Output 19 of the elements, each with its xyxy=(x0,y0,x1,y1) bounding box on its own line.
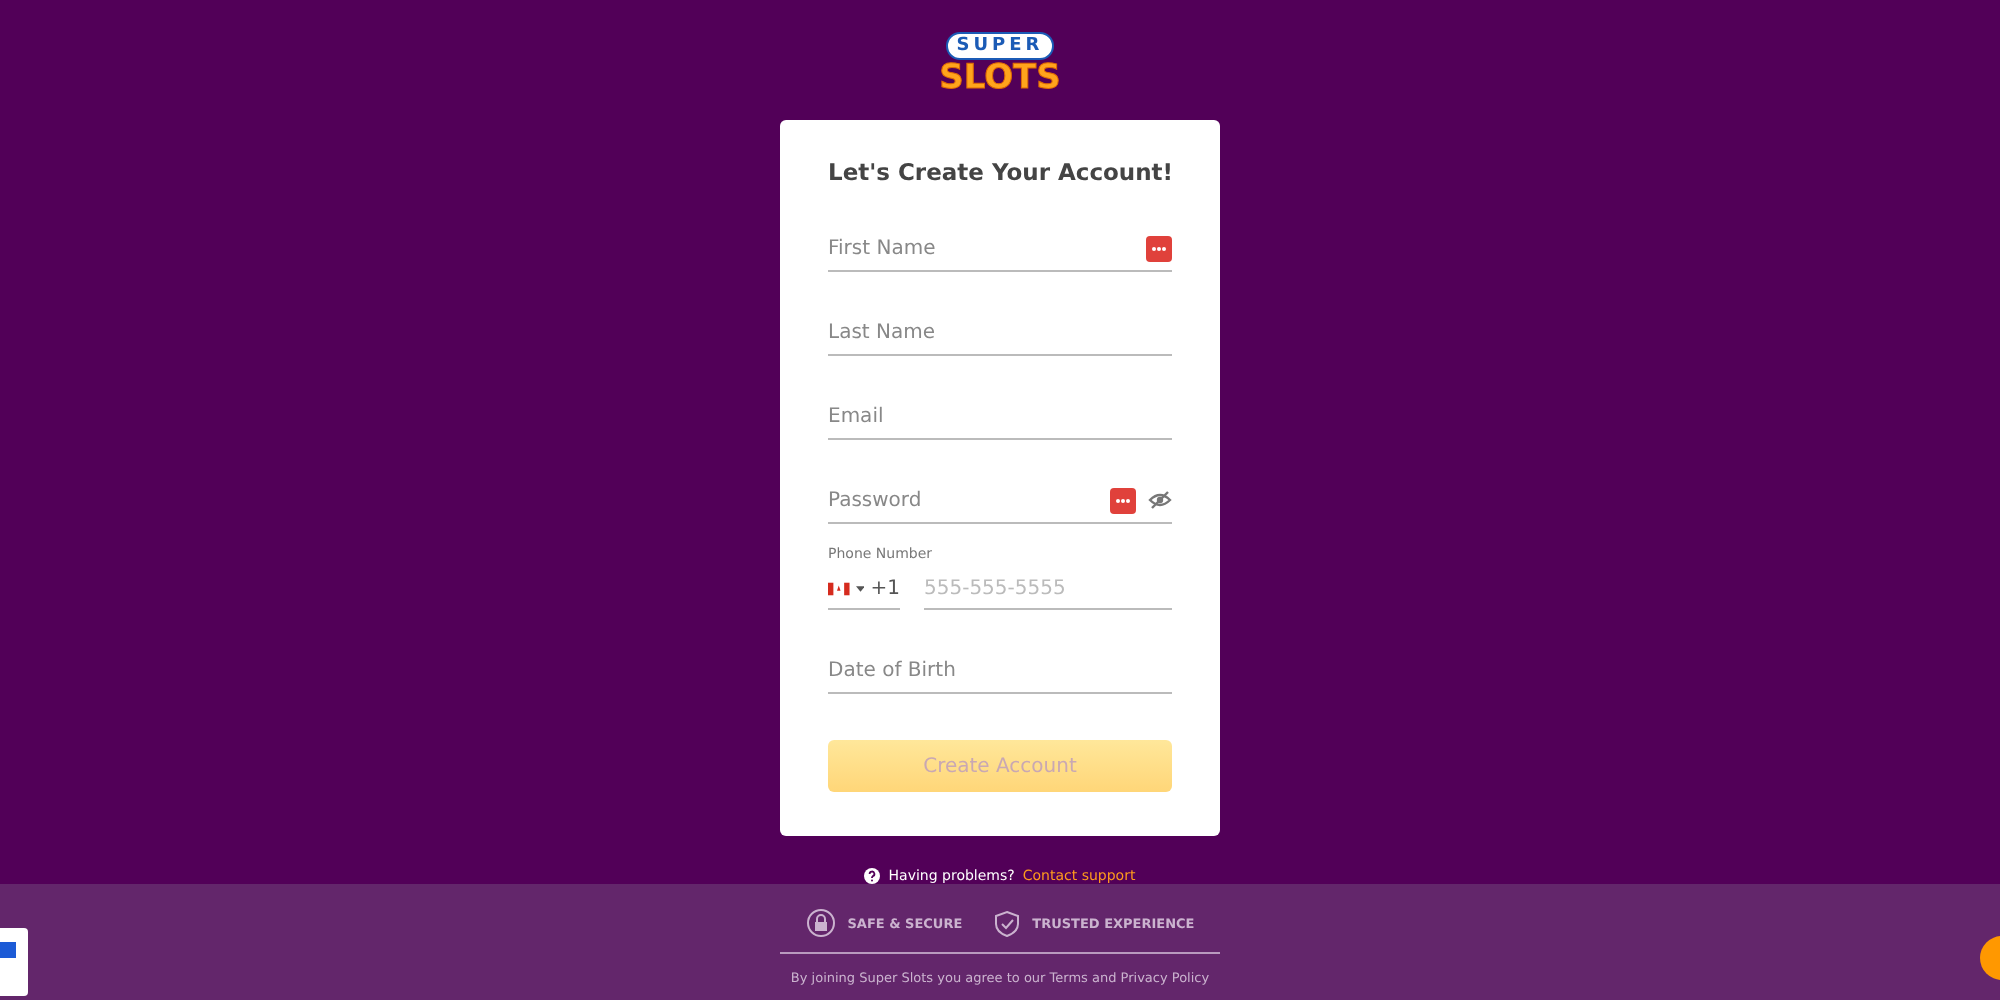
input-field[interactable]: Last Name xyxy=(828,321,1172,343)
password-manager-icon[interactable] xyxy=(1146,235,1172,261)
shield-check-icon xyxy=(994,909,1021,937)
lock-icon xyxy=(805,908,836,938)
input-field[interactable]: First Name xyxy=(828,237,1146,259)
caret-icon xyxy=(855,585,865,591)
phone-field[interactable]: 555-555-5555 xyxy=(924,568,1172,610)
form-title: Let's Create Your Account! xyxy=(828,156,1174,188)
country-selector[interactable]: +1 xyxy=(828,568,900,610)
password-manager-icon[interactable] xyxy=(1110,487,1136,513)
input-field[interactable]: Password xyxy=(828,489,1110,511)
question-icon xyxy=(864,868,881,884)
recaptcha-badge xyxy=(0,928,28,996)
input-field[interactable]: Email xyxy=(828,405,1172,427)
logo-text: SUPER xyxy=(946,32,1054,60)
input-field[interactable]: Date of Birth xyxy=(828,659,1172,681)
logo-text: SLOTS xyxy=(939,58,1061,98)
canada-flag-icon xyxy=(828,581,850,595)
eye-hidden-icon[interactable] xyxy=(1148,490,1172,510)
